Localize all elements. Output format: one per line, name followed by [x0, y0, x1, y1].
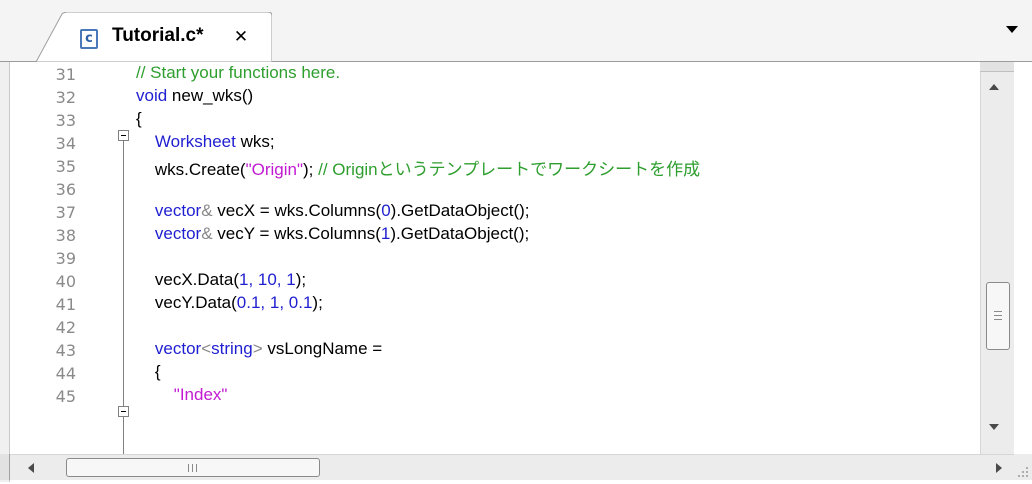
line-number: 37	[55, 203, 76, 222]
code-line[interactable]: vector<string> vsLongName =	[136, 339, 382, 362]
code-token: >	[252, 339, 263, 358]
fold-marker-line-44[interactable]	[118, 406, 129, 417]
code-token: void	[136, 86, 168, 105]
vertical-scrollbar[interactable]	[980, 62, 1014, 454]
line-number: 34	[55, 134, 76, 153]
line-number: 42	[55, 318, 76, 337]
code-line[interactable]: Worksheet wks;	[136, 132, 275, 155]
code-token: 1	[380, 224, 391, 243]
code-token: Worksheet	[154, 132, 236, 151]
line-number: 38	[55, 226, 76, 245]
code-token: vsLongName =	[262, 339, 383, 358]
code-token: 1, 10, 1	[238, 270, 296, 289]
code-line[interactable]: vecX.Data(1, 10, 1);	[136, 270, 306, 293]
code-token: ).GetDataObject();	[390, 224, 530, 243]
thumb-grip	[994, 315, 1002, 316]
code-token: 0.1, 1, 0.1	[236, 293, 313, 312]
scroll-up-arrow-icon[interactable]	[989, 84, 999, 90]
horizontal-split-handle[interactable]	[0, 454, 10, 480]
line-number: 33	[55, 111, 76, 130]
close-icon[interactable]: ✕	[233, 29, 249, 46]
editor-left-border	[0, 62, 10, 482]
code-line[interactable]: wks.Create("Origin"); // Originというテンプレート…	[136, 155, 701, 179]
line-number: 45	[55, 387, 76, 406]
line-number: 32	[55, 88, 76, 107]
size-grip[interactable]	[1014, 454, 1032, 480]
fold-marker-line-33[interactable]	[118, 130, 129, 141]
code-token: wks;	[235, 132, 275, 151]
code-token: vecX = wks.Columns(	[212, 201, 382, 220]
thumb-grip	[994, 311, 1002, 312]
code-token: );	[295, 270, 307, 289]
tab-strip: c Tutorial.c* ✕	[0, 0, 1032, 62]
code-token: // Originというテンプレートでワークシートを作成	[318, 160, 701, 179]
code-token: 0	[381, 201, 391, 220]
code-token: {	[136, 109, 142, 128]
code-line[interactable]: "Index"	[136, 385, 228, 408]
line-number: 41	[55, 295, 76, 314]
code-line[interactable]: vector& vecY = wks.Columns(1).GetDataObj…	[136, 224, 529, 247]
code-line[interactable]: void new_wks()	[136, 86, 253, 109]
code-token: // Start your functions here.	[136, 63, 341, 82]
code-token: string	[211, 339, 253, 358]
scroll-right-arrow-icon[interactable]	[996, 463, 1002, 473]
code-token: "Origin"	[245, 160, 304, 179]
code-editor[interactable]: // Start your functions here. void new_wk…	[136, 62, 976, 454]
line-number: 39	[55, 249, 76, 268]
code-token: ).GetDataObject();	[390, 201, 530, 220]
code-line[interactable]: {	[136, 362, 161, 385]
line-number: 44	[55, 364, 76, 383]
code-line[interactable]: // Start your functions here.	[136, 63, 340, 86]
code-line[interactable]: {	[136, 109, 142, 132]
tab-label: Tutorial.c*	[112, 25, 204, 46]
horizontal-scroll-thumb[interactable]	[66, 458, 320, 477]
line-number: 40	[55, 272, 76, 291]
code-token: &	[201, 224, 213, 243]
code-token: new_wks()	[167, 86, 254, 105]
code-token: );	[303, 160, 319, 179]
thumb-grip	[196, 464, 197, 472]
code-token: vector	[154, 224, 202, 243]
code-token: <	[201, 339, 212, 358]
vertical-scroll-thumb[interactable]	[986, 282, 1010, 350]
code-token: vecY = wks.Columns(	[212, 224, 381, 243]
code-token: "Index"	[173, 385, 228, 404]
line-number: 31	[55, 65, 76, 84]
scroll-left-arrow-icon[interactable]	[28, 463, 34, 473]
horizontal-scrollbar[interactable]	[10, 454, 1014, 480]
code-token: wks.Create(	[136, 160, 246, 179]
code-line[interactable]: vector& vecX = wks.Columns(0).GetDataObj…	[136, 201, 530, 224]
line-number: 36	[55, 180, 76, 199]
c-file-icon: c	[80, 29, 98, 49]
tab-list-dropdown-icon[interactable]	[1006, 26, 1018, 33]
size-grip-icon	[1018, 467, 1028, 477]
scroll-down-arrow-icon[interactable]	[989, 424, 999, 430]
code-token: vector	[154, 201, 202, 220]
code-line[interactable]: vecY.Data(0.1, 1, 0.1);	[136, 293, 323, 316]
code-token: vecY.Data(	[136, 293, 237, 312]
thumb-grip	[188, 464, 189, 472]
code-token: vecX.Data(	[136, 270, 239, 289]
code-token: vector	[154, 339, 202, 358]
code-token: {	[136, 362, 161, 381]
tab-tutorial-c[interactable]: c Tutorial.c* ✕	[36, 12, 272, 62]
code-token: &	[201, 201, 213, 220]
thumb-grip	[192, 464, 193, 472]
line-number: 35	[55, 157, 76, 176]
code-token: );	[312, 293, 323, 312]
line-number: 43	[55, 341, 76, 360]
vertical-split-handle[interactable]	[980, 62, 1014, 72]
thumb-grip	[994, 319, 1002, 320]
